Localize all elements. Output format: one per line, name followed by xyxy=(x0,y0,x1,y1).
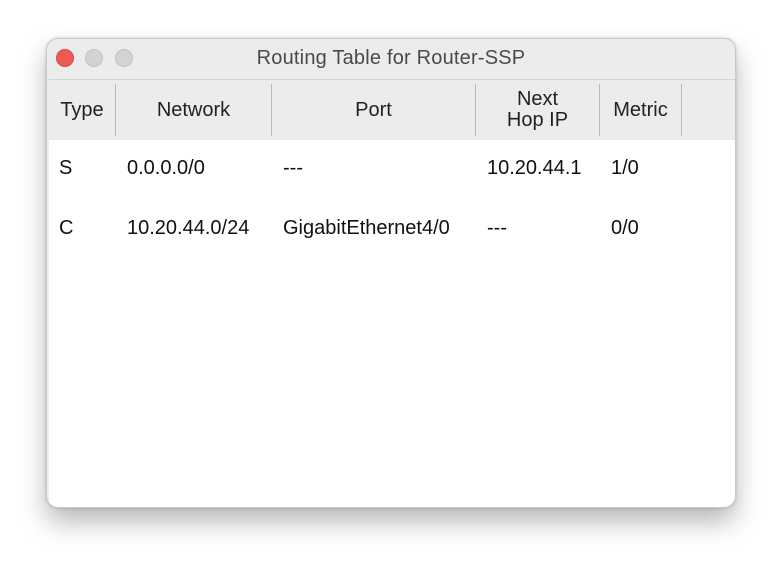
cell-port: --- xyxy=(283,157,303,179)
table-row[interactable]: S 0.0.0.0/0 --- 10.20.44.1 1/0 xyxy=(49,148,735,188)
table-row[interactable]: C 10.20.44.0/24 GigabitEthernet4/0 --- 0… xyxy=(49,208,735,248)
column-header-metric[interactable]: Metric xyxy=(600,84,681,136)
cell-metric: 0/0 xyxy=(611,217,639,239)
routing-table-window: Routing Table for Router-SSP Type Networ… xyxy=(46,38,736,508)
cell-next-hop-ip: --- xyxy=(487,217,507,239)
cell-type: C xyxy=(59,217,74,239)
table-header: Type Network Port Next Hop IP Metric xyxy=(49,80,735,140)
column-header-type[interactable]: Type xyxy=(49,84,115,136)
column-divider[interactable] xyxy=(681,84,682,136)
window-title: Routing Table for Router-SSP xyxy=(256,47,526,69)
column-header-next-hop-ip[interactable]: Next Hop IP xyxy=(476,84,599,136)
column-header-port[interactable]: Port xyxy=(272,84,475,136)
cell-network: 10.20.44.0/24 xyxy=(127,217,250,239)
cell-network: 0.0.0.0/0 xyxy=(127,157,205,179)
routing-table: Type Network Port Next Hop IP Metric S 0… xyxy=(49,79,735,507)
cell-type: S xyxy=(59,157,73,179)
column-header-network[interactable]: Network xyxy=(116,84,271,136)
cell-next-hop-ip: 10.20.44.1 xyxy=(487,157,582,179)
cell-metric: 1/0 xyxy=(611,157,639,179)
cell-port: GigabitEthernet4/0 xyxy=(283,217,450,239)
title-bar[interactable]: Routing Table for Router-SSP xyxy=(47,39,735,77)
